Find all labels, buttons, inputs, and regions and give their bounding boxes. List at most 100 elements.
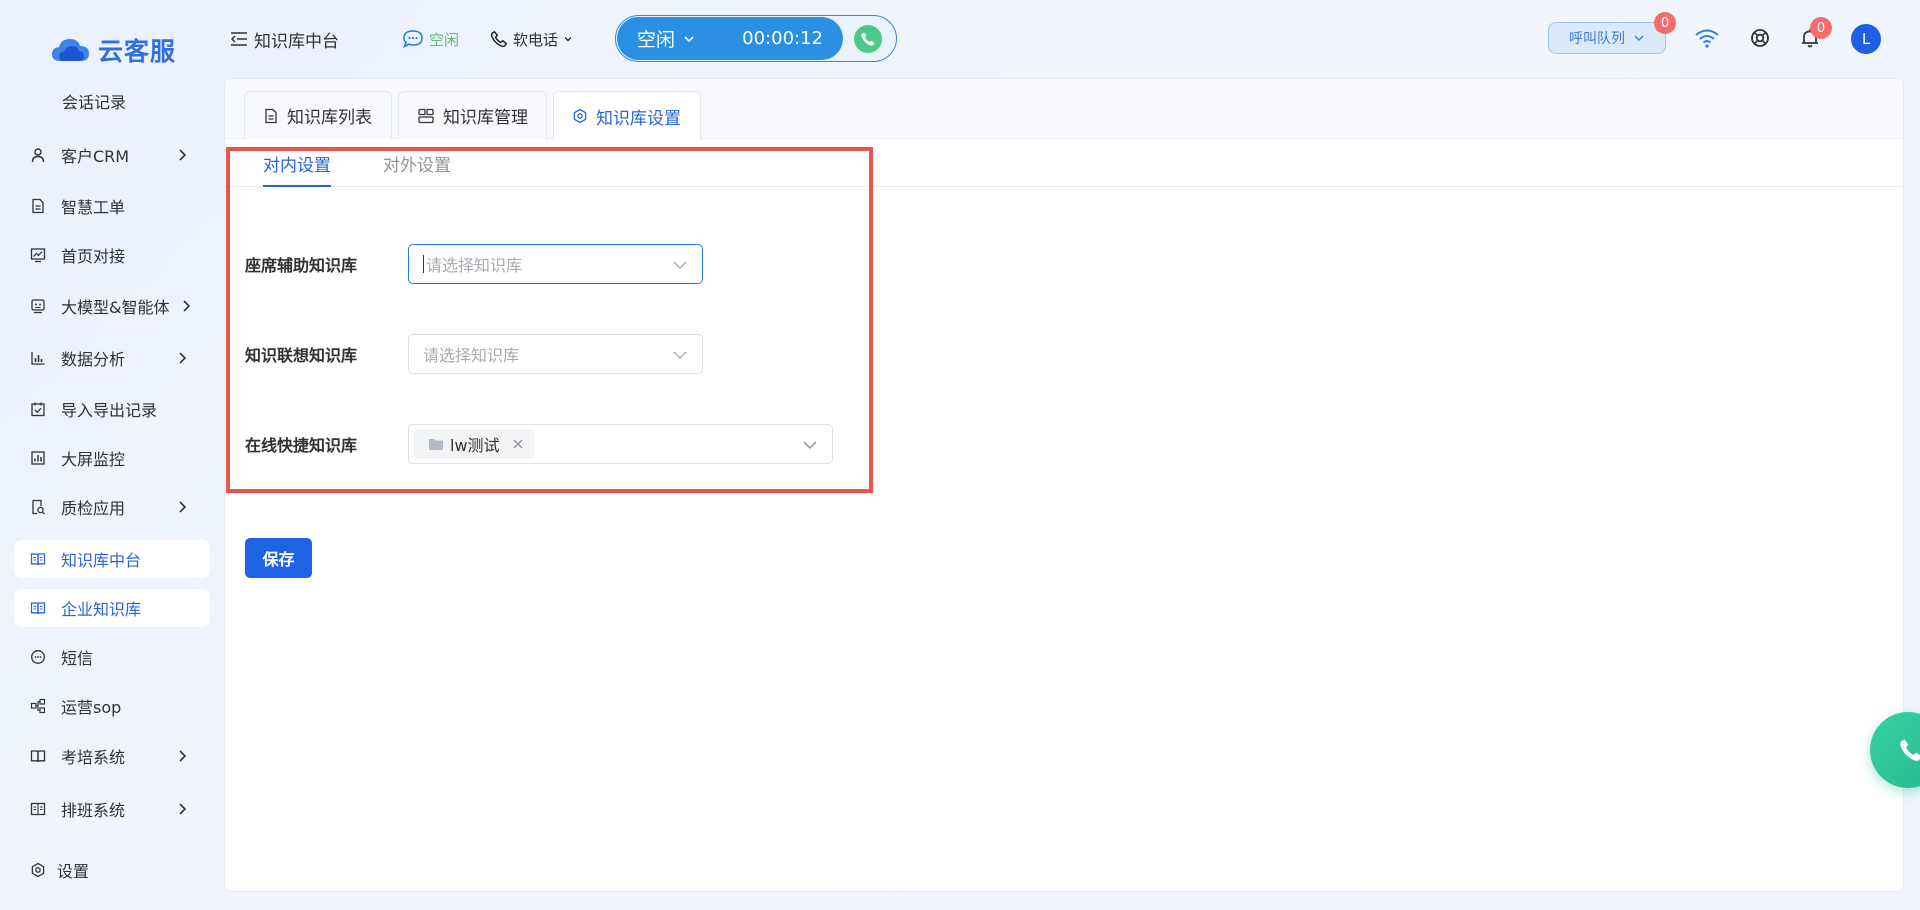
chevron-right-icon bbox=[174, 748, 190, 764]
chevron-down-icon bbox=[802, 438, 818, 452]
people-icon bbox=[417, 108, 435, 124]
chevron-right-icon bbox=[174, 350, 190, 366]
select-placeholder: 请选择知识库 bbox=[426, 256, 523, 275]
sidebar-item-label: 导入导出记录 bbox=[61, 401, 158, 420]
sidebar-item-data-analysis[interactable]: 数据分析 bbox=[14, 339, 210, 377]
sidebar-item-knowledge-center[interactable]: 知识库中台 bbox=[14, 540, 210, 578]
phone-icon bbox=[1898, 737, 1920, 763]
sidebar-item-label: 智慧工单 bbox=[61, 198, 126, 217]
sidebar-item-quality-inspection[interactable]: 质检应用 bbox=[14, 488, 210, 526]
phone-mode-dropdown[interactable]: 软电话 bbox=[490, 26, 573, 52]
settings-subtabs: 对内设置 对外设置 bbox=[225, 139, 1903, 187]
sidebar-item-import-export[interactable]: 导入导出记录 bbox=[14, 390, 210, 428]
sidebar-item-llm-agent[interactable]: 大模型&智能体 bbox=[14, 287, 210, 325]
sms-icon bbox=[29, 648, 47, 666]
agent-status-toggle[interactable]: 空闲 bbox=[402, 26, 459, 52]
sidebar-collapse-toggle[interactable]: 知识库中台 bbox=[230, 26, 339, 52]
save-button[interactable]: 保存 bbox=[245, 538, 312, 578]
sidebar-item-settings[interactable]: 设置 bbox=[14, 851, 210, 889]
flow-icon bbox=[29, 697, 47, 715]
sidebar-item-training-system[interactable]: 考培系统 bbox=[14, 737, 210, 775]
menu-fold-icon bbox=[230, 31, 248, 47]
tab-knowledge-list[interactable]: 知识库列表 bbox=[244, 91, 392, 139]
call-status-dropdown[interactable]: 空闲 00:00:12 bbox=[617, 17, 843, 60]
monitor-chart-icon bbox=[29, 449, 47, 467]
bar-chart-icon bbox=[29, 349, 47, 367]
sidebar-item-label: 企业知识库 bbox=[61, 600, 142, 619]
document-icon bbox=[263, 108, 279, 124]
call-queue-badge: 0 bbox=[1654, 12, 1676, 34]
support-button[interactable] bbox=[1747, 25, 1773, 51]
sidebar-item-smart-ticket[interactable]: 智慧工单 bbox=[14, 187, 210, 225]
sidebar-item-scheduling-system[interactable]: 排班系统 bbox=[14, 790, 210, 828]
chevron-right-icon bbox=[174, 147, 190, 163]
subtab-label: 对内设置 bbox=[263, 155, 331, 176]
phone-icon bbox=[860, 31, 876, 47]
sidebar-item-label: 数据分析 bbox=[61, 350, 126, 369]
chevron-down-icon bbox=[672, 348, 688, 362]
sidebar-item-sms[interactable]: 短信 bbox=[14, 638, 210, 676]
calendar-check-icon bbox=[29, 400, 47, 418]
page-title: 知识库中台 bbox=[254, 31, 339, 52]
sidebar-item-label: 短信 bbox=[61, 649, 94, 668]
schedule-icon bbox=[29, 800, 47, 818]
tab-label: 知识库设置 bbox=[596, 108, 681, 129]
sidebar-item-enterprise-knowledge[interactable]: 企业知识库 bbox=[14, 589, 210, 627]
subtab-internal-settings[interactable]: 对内设置 bbox=[263, 139, 331, 187]
book-icon bbox=[29, 599, 47, 617]
content-panel: 知识库列表 知识库管理 知识库设置 对内设置 对外设置 座席辅助知识库 请选择知… bbox=[224, 78, 1904, 892]
subtab-external-settings[interactable]: 对外设置 bbox=[383, 139, 451, 187]
sidebar-item-crm[interactable]: 客户CRM bbox=[14, 136, 210, 174]
phone-icon bbox=[490, 30, 508, 48]
selected-knowledge-tag: lw测试 bbox=[414, 429, 534, 459]
sidebar-item-label: 排班系统 bbox=[61, 801, 126, 820]
brand-logo: 云客服 bbox=[50, 30, 176, 70]
sidebar-item-label: 质检应用 bbox=[61, 499, 126, 518]
tab-knowledge-settings[interactable]: 知识库设置 bbox=[553, 91, 701, 140]
sidebar-item-label: 运营sop bbox=[61, 698, 122, 717]
sidebar-item-conversation-records[interactable]: 会话记录 bbox=[14, 82, 210, 120]
sidebar-item-label: 知识库中台 bbox=[61, 551, 142, 570]
sidebar-item-label: 设置 bbox=[57, 862, 90, 881]
wifi-icon bbox=[1694, 27, 1720, 49]
brand-name: 云客服 bbox=[98, 37, 177, 66]
lifebuoy-icon bbox=[1749, 27, 1771, 49]
network-status-button[interactable] bbox=[1694, 25, 1720, 51]
inspect-icon bbox=[29, 498, 47, 516]
chevron-down-icon bbox=[1633, 32, 1645, 44]
sidebar: 会话记录 客户CRM 智慧工单 首页对接 大模型&智能体 数据分析 导入导出记录… bbox=[14, 82, 210, 910]
chevron-down-icon bbox=[683, 33, 695, 45]
chevron-right-icon bbox=[178, 298, 194, 314]
book-icon bbox=[29, 550, 47, 568]
field-label-agent-assist: 座席辅助知识库 bbox=[245, 256, 358, 275]
chevron-right-icon bbox=[174, 801, 190, 817]
folder-icon bbox=[428, 437, 444, 451]
call-queue-dropdown[interactable]: 呼叫队列 bbox=[1548, 22, 1666, 54]
tab-label: 知识库列表 bbox=[287, 108, 372, 128]
tag-close-icon[interactable] bbox=[512, 438, 524, 450]
answer-call-button[interactable] bbox=[854, 25, 882, 53]
online-quick-knowledge-select[interactable]: lw测试 bbox=[408, 424, 833, 464]
selected-knowledge-name: lw测试 bbox=[450, 436, 500, 455]
sidebar-item-label: 首页对接 bbox=[61, 247, 126, 266]
knowledge-suggestion-select[interactable]: 请选择知识库 bbox=[408, 334, 703, 374]
agent-assist-knowledge-select[interactable]: 请选择知识库 bbox=[408, 244, 703, 284]
agent-status-text: 空闲 bbox=[429, 30, 460, 49]
call-status-text: 空闲 bbox=[637, 29, 676, 51]
sidebar-item-operation-sop[interactable]: 运营sop bbox=[14, 687, 210, 725]
sidebar-item-homepage-integration[interactable]: 首页对接 bbox=[14, 236, 210, 274]
chevron-down-icon bbox=[563, 34, 573, 44]
avatar[interactable]: L bbox=[1851, 24, 1881, 54]
notifications-badge: 0 bbox=[1810, 17, 1832, 39]
phone-mode-text: 软电话 bbox=[513, 30, 559, 49]
sidebar-item-big-screen-monitor[interactable]: 大屏监控 bbox=[14, 439, 210, 477]
chevron-right-icon bbox=[174, 499, 190, 515]
field-label-online-quick: 在线快捷知识库 bbox=[245, 436, 358, 455]
call-status-bar: 空闲 00:00:12 bbox=[615, 15, 897, 62]
user-icon bbox=[29, 146, 47, 164]
tab-knowledge-management[interactable]: 知识库管理 bbox=[398, 91, 547, 139]
sidebar-item-label: 客户CRM bbox=[61, 147, 130, 166]
sidebar-item-label: 考培系统 bbox=[61, 748, 126, 767]
text-cursor bbox=[423, 255, 424, 273]
sidebar-item-label: 大屏监控 bbox=[61, 450, 126, 469]
